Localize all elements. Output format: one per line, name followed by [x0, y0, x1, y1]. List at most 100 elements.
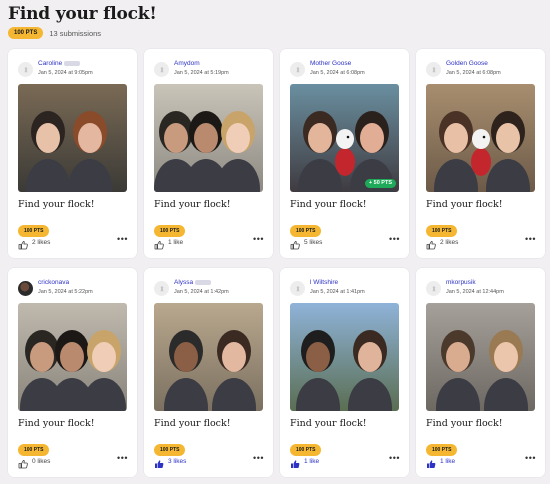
more-options-icon[interactable]: •••	[253, 234, 264, 244]
page-title: Find your flock!	[8, 4, 157, 24]
thumbs-up-icon[interactable]	[154, 237, 164, 250]
card-points-badge: 100 PTS	[426, 444, 458, 456]
submission-grid: Caroline Jan 5, 2024 at 9:05pm Find your…	[8, 49, 545, 477]
card-header: Golden Goose Jan 5, 2024 at 6:08pm	[426, 60, 501, 77]
submission-photo[interactable]	[426, 84, 535, 192]
thumbs-up-icon[interactable]	[426, 456, 436, 468]
more-options-icon[interactable]: •••	[389, 234, 400, 244]
post-date: Jan 5, 2024 at 6:08pm	[446, 70, 501, 76]
more-options-icon[interactable]: •••	[525, 453, 536, 463]
photo-image	[426, 84, 535, 192]
like-button[interactable]: 2 likes	[18, 237, 50, 250]
card-points-badge: 100 PTS	[18, 225, 50, 237]
goose-icon[interactable]	[426, 62, 441, 77]
username-text: l Wiltshire	[310, 279, 339, 286]
thumbs-up-icon[interactable]	[154, 456, 164, 468]
more-options-icon[interactable]: •••	[253, 453, 264, 463]
card-title: Find your flock!	[426, 418, 503, 429]
submission-card[interactable]: Caroline Jan 5, 2024 at 9:05pm Find your…	[8, 49, 137, 258]
submission-photo[interactable]	[18, 84, 127, 192]
username-link[interactable]: Golden Goose	[446, 60, 501, 68]
username-link[interactable]: Mother Goose	[310, 60, 365, 68]
redacted-name	[64, 60, 81, 66]
photo-image	[18, 84, 127, 192]
goose-icon[interactable]	[426, 281, 441, 296]
card-points-badge: 100 PTS	[154, 225, 186, 237]
submission-card[interactable]: l Wiltshire Jan 5, 2024 at 1:41pm Find y…	[280, 268, 409, 477]
card-title: Find your flock!	[18, 199, 95, 210]
like-button[interactable]: 1 like	[426, 456, 456, 468]
submission-card[interactable]: Amydom Jan 5, 2024 at 5:19pm Find your f…	[144, 49, 273, 258]
submission-card[interactable]: Alyssa Jan 5, 2024 at 1:42pm Find your f…	[144, 268, 273, 477]
photo-image	[154, 303, 263, 411]
submission-card[interactable]: Mother Goose Jan 5, 2024 at 6:08pm + 50 …	[280, 49, 409, 258]
like-count: 1 like	[440, 457, 456, 465]
username-link[interactable]: Amydom	[174, 60, 229, 68]
like-count: 2 likes	[440, 238, 459, 246]
username-link[interactable]: l Wiltshire	[310, 279, 365, 287]
username-link[interactable]: Alyssa	[174, 279, 229, 287]
more-options-icon[interactable]: •••	[389, 453, 400, 463]
post-date: Jan 5, 2024 at 6:08pm	[310, 70, 365, 76]
thumbs-up-icon[interactable]	[290, 456, 300, 468]
username-link[interactable]: mkorpusik	[446, 279, 504, 287]
card-header: Alyssa Jan 5, 2024 at 1:42pm	[154, 279, 229, 296]
card-header: Caroline Jan 5, 2024 at 9:05pm	[18, 60, 93, 77]
thumbs-up-icon[interactable]	[18, 237, 28, 250]
submission-card[interactable]: mkorpusik Jan 5, 2024 at 12:44pm Find yo…	[416, 268, 545, 477]
redacted-name	[195, 279, 212, 285]
like-button[interactable]: 5 likes	[290, 237, 323, 250]
submission-photo[interactable]	[154, 303, 263, 411]
like-button[interactable]: 0 likes	[18, 456, 51, 469]
username-link[interactable]: Caroline	[38, 60, 93, 68]
more-options-icon[interactable]: •••	[117, 453, 128, 463]
photo-image	[290, 303, 399, 411]
card-title: Find your flock!	[290, 199, 367, 210]
like-count: 5 likes	[304, 238, 323, 246]
post-date: Jan 5, 2024 at 9:05pm	[38, 70, 93, 76]
card-points-badge: 100 PTS	[290, 225, 322, 237]
submission-card[interactable]: Golden Goose Jan 5, 2024 at 6:08pm Find …	[416, 49, 545, 258]
goose-icon[interactable]	[18, 62, 33, 77]
like-button[interactable]: 3 likes	[154, 456, 186, 468]
card-header: Amydom Jan 5, 2024 at 5:19pm	[154, 60, 229, 77]
submission-photo[interactable]	[290, 303, 399, 411]
card-title: Find your flock!	[154, 199, 231, 210]
card-title: Find your flock!	[154, 418, 231, 429]
like-button[interactable]: 1 like	[154, 237, 183, 250]
more-options-icon[interactable]: •••	[525, 234, 536, 244]
thumbs-up-icon[interactable]	[290, 237, 300, 250]
card-points-badge: 100 PTS	[154, 444, 186, 456]
username-text: crickonava	[38, 279, 70, 286]
submission-photo[interactable]: + 50 PTS	[290, 84, 399, 192]
like-count: 0 likes	[32, 457, 51, 465]
submission-count: 13 submissions	[49, 28, 102, 38]
thumbs-up-icon[interactable]	[18, 456, 28, 469]
submission-photo[interactable]	[18, 303, 127, 411]
goose-icon[interactable]	[154, 62, 169, 77]
submission-photo[interactable]	[154, 84, 263, 192]
goose-icon[interactable]	[290, 62, 305, 77]
submission-photo[interactable]	[426, 303, 535, 411]
like-button[interactable]: 1 like	[290, 456, 320, 468]
like-button[interactable]: 2 likes	[426, 237, 459, 250]
avatar-photo[interactable]	[18, 281, 33, 296]
card-header: l Wiltshire Jan 5, 2024 at 1:41pm	[290, 279, 365, 296]
card-title: Find your flock!	[426, 199, 503, 210]
goose-icon[interactable]	[154, 281, 169, 296]
username-text: Golden Goose	[446, 60, 488, 67]
goose-icon[interactable]	[290, 281, 305, 296]
submission-card[interactable]: crickonava Jan 5, 2024 at 5:22pm Find yo…	[8, 268, 137, 477]
card-title: Find your flock!	[290, 418, 367, 429]
photo-image	[290, 84, 399, 192]
page-header: Find your flock! 100 PTS 13 submissions	[8, 4, 548, 39]
username-link[interactable]: crickonava	[38, 279, 93, 287]
photo-image	[154, 84, 263, 192]
like-count: 1 like	[304, 457, 320, 465]
points-badge: 100 PTS	[8, 27, 44, 39]
photo-image	[18, 303, 127, 411]
more-options-icon[interactable]: •••	[117, 234, 128, 244]
bonus-points-badge: + 50 PTS	[364, 179, 396, 188]
thumbs-up-icon[interactable]	[426, 237, 436, 250]
card-header: mkorpusik Jan 5, 2024 at 12:44pm	[426, 279, 504, 296]
